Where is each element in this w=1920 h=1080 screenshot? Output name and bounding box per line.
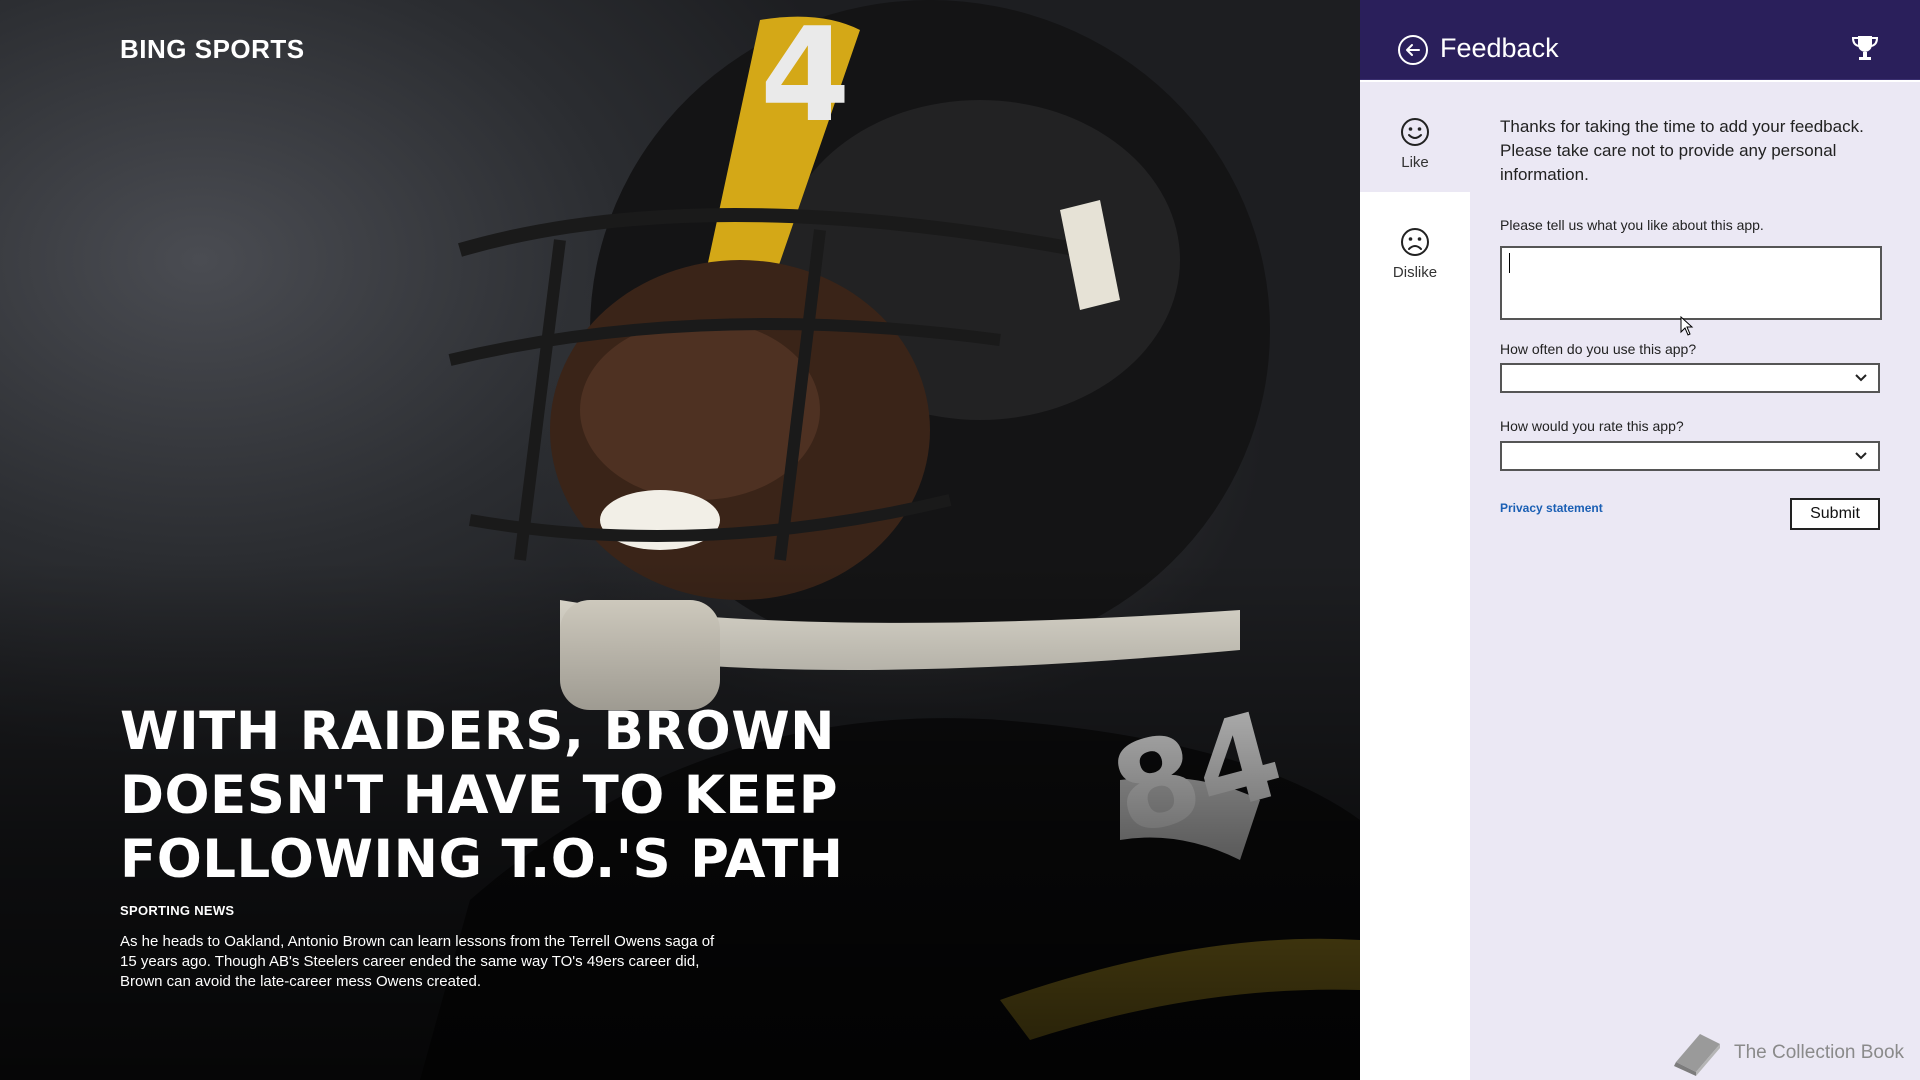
- nav-item-label: Dislike: [1392, 264, 1438, 281]
- svg-text:4: 4: [760, 0, 850, 151]
- frown-icon: [1401, 228, 1429, 256]
- rating-select[interactable]: [1500, 441, 1880, 471]
- like-textarea[interactable]: [1500, 246, 1882, 320]
- hero-article[interactable]: 4 84 BING SPORTS WITH RAIDERS, BROWN DOE…: [0, 0, 1360, 1080]
- back-arrow-icon: [1406, 44, 1420, 56]
- article-summary: As he heads to Oakland, Antonio Brown ca…: [120, 933, 715, 990]
- watermark: The Collection Book: [1670, 1030, 1904, 1076]
- flyout-header: Feedback: [1360, 0, 1920, 80]
- privacy-statement-link[interactable]: Privacy statement: [1500, 501, 1603, 515]
- like-field-label: Please tell us what you like about this …: [1500, 217, 1764, 233]
- feedback-intro: Thanks for taking the time to add your f…: [1500, 117, 1864, 184]
- frequency-label: How often do you use this app?: [1500, 341, 1697, 357]
- submit-button[interactable]: Submit: [1790, 498, 1880, 530]
- smile-icon: [1401, 118, 1429, 146]
- nav-item-label: Like: [1401, 154, 1429, 171]
- article-headline[interactable]: WITH RAIDERS, BROWN DOESN'T HAVE TO KEEP…: [120, 700, 1080, 892]
- chevron-down-icon: [1855, 452, 1867, 460]
- book-icon: [1674, 1034, 1720, 1076]
- feedback-type-nav: Like Dislike: [1360, 82, 1470, 1080]
- feedback-flyout: Feedback Like Dislike Thanks for taking …: [1360, 0, 1920, 1080]
- trophy-icon[interactable]: [1850, 33, 1880, 63]
- text-caret: [1509, 253, 1510, 273]
- watermark-text: The Collection Book: [1734, 1042, 1905, 1063]
- mouse-cursor-icon: [1680, 316, 1694, 336]
- rating-label: How would you rate this app?: [1500, 418, 1684, 434]
- flyout-title: Feedback: [1440, 33, 1559, 63]
- chevron-down-icon: [1855, 374, 1867, 382]
- article-source: SPORTING NEWS: [120, 903, 235, 918]
- frequency-select[interactable]: [1500, 363, 1880, 393]
- app-brand[interactable]: BING SPORTS: [120, 34, 305, 65]
- nav-item-like[interactable]: Like: [1360, 82, 1470, 192]
- back-button[interactable]: [1398, 35, 1428, 65]
- nav-item-dislike[interactable]: Dislike: [1360, 192, 1470, 302]
